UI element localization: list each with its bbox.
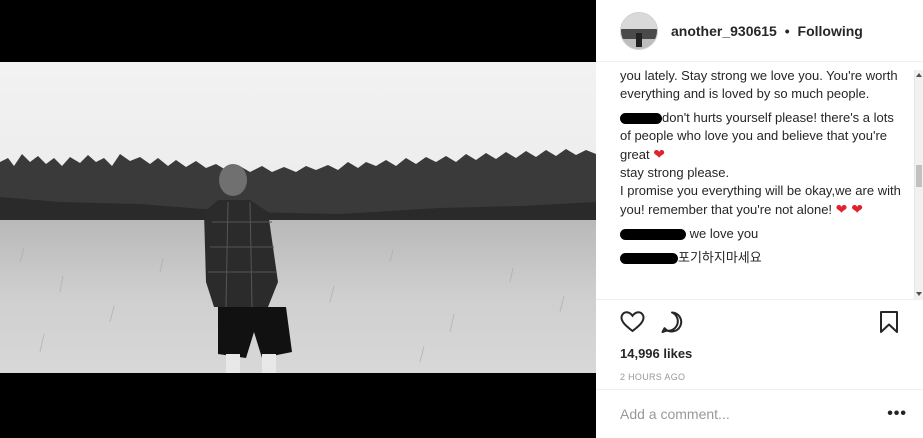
avatar-image xyxy=(621,12,657,49)
add-comment-bar: ••• xyxy=(596,389,923,438)
comment-item: 포기하지마세요 xyxy=(620,249,907,267)
post-actions: 14,996 likes 2 HOURS AGO xyxy=(596,299,923,389)
comment-text-line: stay strong please. xyxy=(620,165,730,180)
post-photo[interactable] xyxy=(0,62,596,373)
heart-outline-icon[interactable] xyxy=(620,310,645,339)
comment-input[interactable] xyxy=(620,406,888,422)
action-icons-row xyxy=(620,310,899,338)
broken-heart-emoji: ❤ xyxy=(653,146,665,162)
photo-image xyxy=(0,62,596,373)
comments-scrollbar[interactable] xyxy=(914,70,923,299)
comment-item: we love you xyxy=(620,225,907,243)
photo-pane xyxy=(0,0,596,438)
heart-emojis: ❤ ❤ xyxy=(835,201,864,217)
scroll-down-arrow-icon[interactable] xyxy=(916,292,922,296)
comment-bubble-icon[interactable] xyxy=(660,310,684,339)
comment-username-redacted[interactable] xyxy=(620,113,662,125)
comment-item: don't hurts yourself please! there's a l… xyxy=(620,109,907,219)
avatar[interactable] xyxy=(620,11,658,50)
post-header: another_930615 • Following xyxy=(596,0,923,62)
bookmark-icon[interactable] xyxy=(879,310,899,339)
comment-text: you lately. Stay strong we love you. You… xyxy=(620,68,898,101)
post-timestamp[interactable]: 2 HOURS AGO xyxy=(620,372,899,382)
following-button[interactable]: Following xyxy=(798,23,863,39)
post-sidebar: another_930615 • Following you lately. S… xyxy=(596,0,923,438)
separator: • xyxy=(784,22,790,39)
comment-text: 포기하지마세요 xyxy=(678,250,762,265)
comment-text: we love you xyxy=(689,226,759,241)
likes-count[interactable]: 14,996 likes xyxy=(620,346,899,361)
comment-username-redacted[interactable] xyxy=(620,229,686,241)
username[interactable]: another_930615 xyxy=(671,23,777,39)
comment-username-redacted[interactable] xyxy=(620,253,678,265)
scroll-up-arrow-icon[interactable] xyxy=(916,73,922,77)
comment-item: you lately. Stay strong we love you. You… xyxy=(620,67,907,103)
more-options-icon[interactable]: ••• xyxy=(887,405,907,423)
scroll-thumb[interactable] xyxy=(916,165,922,187)
comments-list[interactable]: you lately. Stay strong we love you. You… xyxy=(596,62,915,299)
